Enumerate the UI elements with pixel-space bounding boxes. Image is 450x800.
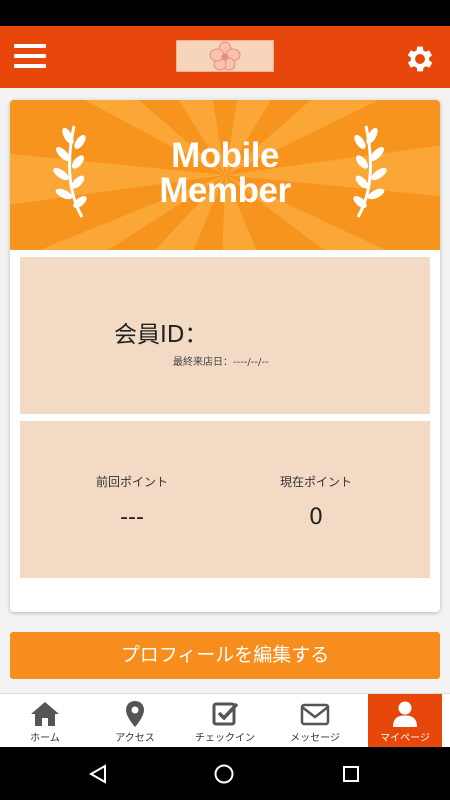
flower-icon: [209, 41, 241, 71]
tab-checkin-label: チェックイン: [195, 733, 255, 744]
tab-mypage[interactable]: マイページ: [368, 694, 442, 747]
previous-points-label: 前回ポイント: [95, 475, 168, 489]
tab-mypage-label: マイページ: [380, 733, 430, 744]
envelope-icon: [300, 703, 330, 726]
tab-access-label: アクセス: [115, 733, 155, 744]
points-panel: 前回ポイント --- 現在ポイント 0: [20, 421, 430, 578]
banner-title: Mobile Member: [10, 138, 440, 208]
android-nav-bar: [0, 747, 450, 800]
tab-message[interactable]: メッセージ: [270, 694, 360, 747]
tab-home[interactable]: ホーム: [0, 694, 90, 747]
home-circle-icon[interactable]: [213, 763, 235, 785]
banner-title-line2: Member: [159, 171, 291, 210]
current-points-label: 現在ポイント: [279, 475, 352, 489]
checkbox-icon: [212, 702, 239, 726]
tab-message-label: メッセージ: [290, 733, 340, 744]
bottom-tab-bar: ホーム アクセス チェックイン メッセージ マイページ: [0, 693, 450, 748]
tab-checkin[interactable]: チェックイン: [180, 694, 270, 747]
menu-icon[interactable]: [14, 44, 46, 70]
tab-home-label: ホーム: [30, 733, 60, 744]
tab-access[interactable]: アクセス: [90, 694, 180, 747]
banner-title-line1: Mobile: [171, 136, 279, 175]
status-bar: [0, 0, 450, 26]
back-icon[interactable]: [87, 763, 109, 785]
member-id-label: 会員ID：: [114, 322, 208, 348]
app-header: [0, 26, 450, 88]
member-info-panel: 会員ID： 最終来店日：----/--/--: [20, 257, 430, 414]
member-card: Mobile Member 会員ID： 最終来店日：----/--/-- 前回ポ…: [10, 100, 440, 612]
gear-icon[interactable]: [403, 42, 437, 76]
home-icon: [31, 702, 59, 726]
previous-points-value: ---: [120, 505, 144, 530]
last-visit-date: 最終来店日：----/--/--: [173, 357, 269, 368]
app-logo: [176, 40, 274, 72]
user-icon: [393, 701, 417, 727]
recents-icon[interactable]: [341, 764, 361, 784]
edit-profile-button[interactable]: プロフィールを編集する: [10, 632, 440, 679]
member-banner: Mobile Member: [10, 100, 440, 250]
location-pin-icon: [126, 701, 144, 727]
current-points-value: 0: [309, 505, 323, 530]
